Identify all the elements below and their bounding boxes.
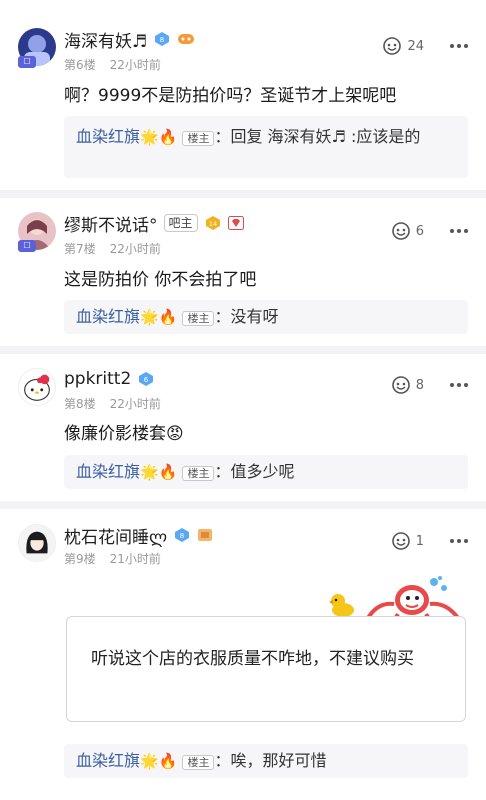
- user-name-row: 海深有妖♬ 8: [64, 27, 195, 52]
- reply-box[interactable]: 血染红旗🌟🔥 楼主 ：回复 海深有妖♬ :应该是的: [64, 116, 468, 178]
- like-icon: [391, 222, 410, 240]
- reply-text: ：值多少呢: [214, 462, 295, 481]
- post-time: 22小时前: [109, 242, 161, 256]
- svg-text:6: 6: [144, 376, 149, 384]
- more-options-icon[interactable]: [450, 229, 468, 233]
- more-options-icon[interactable]: [450, 44, 468, 48]
- divider: [0, 190, 486, 198]
- more-options-icon[interactable]: [450, 539, 468, 543]
- reply-author-emoji: 🌟🔥: [140, 308, 178, 326]
- like-button[interactable]: 8: [390, 374, 424, 396]
- post-content: 啊？9999不是防拍价吗？圣诞节才上架呢吧: [64, 86, 397, 106]
- game-controller-icon: [178, 34, 195, 44]
- reply-text: ：回复 海深有妖♬ :应该是的: [214, 127, 421, 146]
- reply-author-emoji: 🌟🔥: [140, 752, 178, 770]
- level-badge: ☐: [18, 56, 36, 68]
- like-button[interactable]: 1: [390, 530, 424, 552]
- post-meta: 第6楼 22小时前: [64, 56, 161, 73]
- username[interactable]: 缪斯不说话°: [64, 211, 158, 236]
- username[interactable]: 枕石花间睡ლ: [64, 523, 167, 548]
- floor-number: 第9楼: [64, 552, 96, 566]
- vip-diamond-icon: 8: [155, 32, 170, 46]
- reply-box[interactable]: 血染红旗🌟🔥 楼主 ：没有呀: [64, 300, 468, 334]
- post-meta: 第8楼 22小时前: [64, 395, 161, 412]
- post-time: 21小时前: [109, 552, 161, 566]
- reply-text: ：唉，那好可惜: [214, 751, 327, 770]
- sticker-icon: [198, 529, 213, 541]
- rubber-duck-icon: [329, 594, 354, 617]
- reply-author-emoji: 🌟🔥: [140, 463, 178, 481]
- vip-diamond-icon: 6: [139, 372, 154, 386]
- user-name-row: 缪斯不说话° 吧主 14: [64, 211, 244, 236]
- user-name-row: ppkritt2 6: [64, 368, 155, 390]
- op-tag: 楼主: [182, 131, 215, 146]
- reply-text: ：没有呀: [214, 307, 279, 326]
- post-meta: 第9楼 21小时前: [64, 550, 161, 567]
- like-button[interactable]: 6: [390, 220, 424, 242]
- post-content: 这是防拍价 你不会拍了吧: [64, 270, 257, 290]
- reply-author[interactable]: 血染红旗: [76, 462, 140, 481]
- username[interactable]: ppkritt2: [64, 369, 131, 389]
- chat-bubble-content: 听说这个店的衣服质量不咋地，不建议购买: [66, 616, 466, 722]
- like-button[interactable]: 24: [381, 35, 424, 57]
- post-time: 22小时前: [109, 58, 161, 72]
- avatar[interactable]: [18, 368, 56, 406]
- like-icon: [391, 376, 410, 394]
- like-count: 8: [415, 377, 424, 393]
- level-badge-icon: 14: [205, 216, 220, 230]
- like-icon: [391, 532, 410, 550]
- reply-box[interactable]: 血染红旗🌟🔥 楼主 ：值多少呢: [64, 455, 468, 489]
- op-tag: 楼主: [182, 755, 215, 770]
- avatar[interactable]: [18, 524, 56, 562]
- svg-text:14: 14: [208, 220, 216, 228]
- svg-text:8: 8: [160, 36, 164, 44]
- floor-number: 第8楼: [64, 397, 96, 411]
- like-count: 24: [407, 38, 424, 54]
- user-name-row: 枕石花间睡ლ 8: [64, 523, 213, 548]
- reply-author[interactable]: 血染红旗: [76, 127, 140, 146]
- post-content: 听说这个店的衣服质量不咋地，不建议购买: [91, 649, 414, 669]
- vip-diamond-icon: 8: [175, 528, 190, 542]
- post-time: 22小时前: [109, 397, 161, 411]
- reply-author[interactable]: 血染红旗: [76, 751, 140, 770]
- floor-number: 第6楼: [64, 58, 96, 72]
- post-content: 像廉价影楼套😡: [64, 424, 184, 444]
- reply-author-emoji: 🌟🔥: [140, 128, 178, 146]
- op-tag: 楼主: [182, 466, 215, 481]
- like-count: 6: [415, 223, 424, 239]
- post-meta: 第7楼 22小时前: [64, 240, 161, 257]
- reply-author[interactable]: 血染红旗: [76, 307, 140, 326]
- svg-text:8: 8: [180, 532, 184, 540]
- like-icon: [383, 37, 402, 55]
- moderator-tag: 吧主: [163, 214, 198, 232]
- username[interactable]: 海深有妖♬: [64, 27, 147, 52]
- divider: [0, 501, 486, 509]
- more-options-icon[interactable]: [450, 383, 468, 387]
- floor-number: 第7楼: [64, 242, 96, 256]
- divider: [0, 346, 486, 354]
- like-count: 1: [415, 533, 424, 549]
- reply-box[interactable]: 血染红旗🌟🔥 楼主 ：唉，那好可惜: [64, 744, 468, 778]
- diamond-icon: [227, 216, 244, 230]
- level-badge: ☐: [18, 240, 36, 252]
- op-tag: 楼主: [182, 311, 215, 326]
